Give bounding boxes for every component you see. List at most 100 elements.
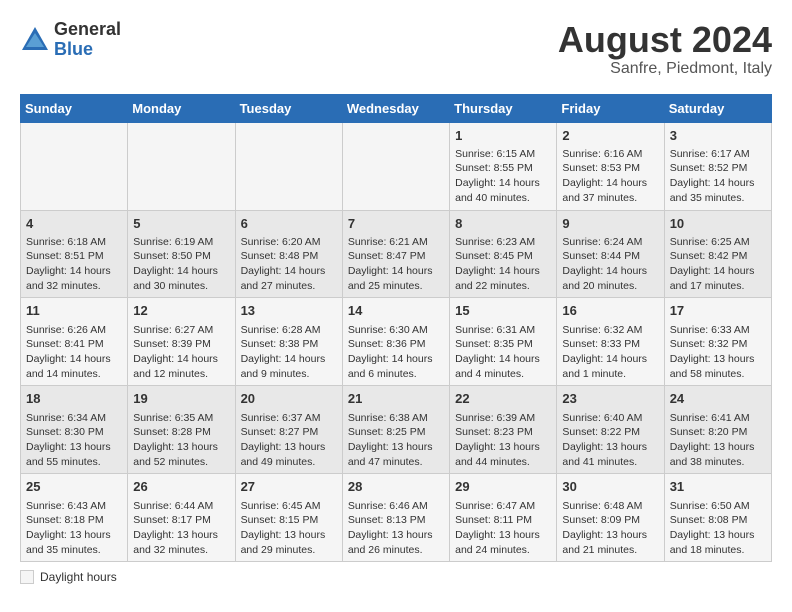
calendar-day-cell: 27 Sunrise: 6:45 AM Sunset: 8:15 PM Dayli… [235, 474, 342, 562]
calendar-day-cell: 22Sunrise: 6:39 AM Sunset: 8:23 PM Dayli… [450, 386, 557, 474]
calendar-day-cell: 2 Sunrise: 6:16 AM Sunset: 8:53 PM Daylig… [557, 122, 664, 210]
day-number: 24 [670, 390, 766, 408]
day-number: 23 [562, 390, 658, 408]
calendar-day-cell: 6Sunrise: 6:20 AM Sunset: 8:48 PM Daylig… [235, 210, 342, 298]
calendar-day-cell: 21Sunrise: 6:38 AM Sunset: 8:25 PM Dayli… [342, 386, 449, 474]
day-info: Sunrise: 6:32 AM Sunset: 8:33 PM Dayligh… [562, 323, 658, 382]
logo-icon [20, 25, 50, 55]
day-number: 25 [26, 478, 122, 496]
day-info: Sunrise: 6:45 AM Sunset: 8:15 PM Dayligh… [241, 499, 337, 558]
calendar-header-row: SundayMondayTuesdayWednesdayThursdayFrid… [21, 94, 772, 122]
logo: General Blue [20, 20, 121, 60]
calendar-day-cell: 29Sunrise: 6:47 AM Sunset: 8:11 PM Dayli… [450, 474, 557, 562]
calendar-header-cell: Saturday [664, 94, 771, 122]
calendar-week-row: 4 Sunrise: 6:18 AM Sunset: 8:51 PM Daylig… [21, 210, 772, 298]
day-info: Sunrise: 6:43 AM Sunset: 8:18 PM Dayligh… [26, 499, 122, 558]
day-number: 5 [133, 215, 229, 233]
calendar-table: SundayMondayTuesdayWednesdayThursdayFrid… [20, 94, 772, 563]
day-info: Sunrise: 6:46 AM Sunset: 8:13 PM Dayligh… [348, 499, 444, 558]
day-number: 9 [562, 215, 658, 233]
logo-general: General [54, 20, 121, 40]
calendar-header-cell: Tuesday [235, 94, 342, 122]
day-info: Sunrise: 6:27 AM Sunset: 8:39 PM Dayligh… [133, 323, 229, 382]
calendar-day-cell: 26 Sunrise: 6:44 AM Sunset: 8:17 PM Dayli… [128, 474, 235, 562]
day-info: Sunrise: 6:41 AM Sunset: 8:20 PM Dayligh… [670, 411, 766, 470]
calendar-day-cell: 18 Sunrise: 6:34 AM Sunset: 8:30 PM Dayli… [21, 386, 128, 474]
day-info: Sunrise: 6:17 AM Sunset: 8:52 PM Dayligh… [670, 147, 766, 206]
calendar-day-cell: 5 Sunrise: 6:19 AM Sunset: 8:50 PM Daylig… [128, 210, 235, 298]
calendar-day-cell [342, 122, 449, 210]
calendar-day-cell: 14 Sunrise: 6:30 AM Sunset: 8:36 PM Dayli… [342, 298, 449, 386]
day-number: 28 [348, 478, 444, 496]
calendar-header-cell: Thursday [450, 94, 557, 122]
day-number: 19 [133, 390, 229, 408]
calendar-week-row: 1 Sunrise: 6:15 AM Sunset: 8:55 PM Daylig… [21, 122, 772, 210]
day-info: Sunrise: 6:40 AM Sunset: 8:22 PM Dayligh… [562, 411, 658, 470]
calendar-week-row: 11Sunrise: 6:26 AM Sunset: 8:41 PM Dayli… [21, 298, 772, 386]
calendar-day-cell: 30Sunrise: 6:48 AM Sunset: 8:09 PM Dayli… [557, 474, 664, 562]
day-number: 31 [670, 478, 766, 496]
day-info: Sunrise: 6:18 AM Sunset: 8:51 PM Dayligh… [26, 235, 122, 294]
day-number: 21 [348, 390, 444, 408]
calendar-header-cell: Friday [557, 94, 664, 122]
calendar-day-cell: 11Sunrise: 6:26 AM Sunset: 8:41 PM Dayli… [21, 298, 128, 386]
day-info: Sunrise: 6:39 AM Sunset: 8:23 PM Dayligh… [455, 411, 551, 470]
day-info: Sunrise: 6:23 AM Sunset: 8:45 PM Dayligh… [455, 235, 551, 294]
calendar-day-cell: 10 Sunrise: 6:25 AM Sunset: 8:42 PM Dayli… [664, 210, 771, 298]
day-info: Sunrise: 6:25 AM Sunset: 8:42 PM Dayligh… [670, 235, 766, 294]
logo-text: General Blue [54, 20, 121, 60]
day-number: 15 [455, 302, 551, 320]
day-info: Sunrise: 6:34 AM Sunset: 8:30 PM Dayligh… [26, 411, 122, 470]
day-number: 16 [562, 302, 658, 320]
calendar-day-cell [235, 122, 342, 210]
day-number: 18 [26, 390, 122, 408]
day-info: Sunrise: 6:44 AM Sunset: 8:17 PM Dayligh… [133, 499, 229, 558]
day-info: Sunrise: 6:30 AM Sunset: 8:36 PM Dayligh… [348, 323, 444, 382]
day-number: 8 [455, 215, 551, 233]
day-number: 10 [670, 215, 766, 233]
day-info: Sunrise: 6:33 AM Sunset: 8:32 PM Dayligh… [670, 323, 766, 382]
calendar-header-cell: Monday [128, 94, 235, 122]
logo-blue: Blue [54, 40, 121, 60]
day-info: Sunrise: 6:16 AM Sunset: 8:53 PM Dayligh… [562, 147, 658, 206]
legend: Daylight hours [20, 570, 772, 584]
day-info: Sunrise: 6:31 AM Sunset: 8:35 PM Dayligh… [455, 323, 551, 382]
calendar-day-cell: 25 Sunrise: 6:43 AM Sunset: 8:18 PM Dayli… [21, 474, 128, 562]
calendar-header-cell: Wednesday [342, 94, 449, 122]
calendar-day-cell: 7Sunrise: 6:21 AM Sunset: 8:47 PM Daylig… [342, 210, 449, 298]
day-info: Sunrise: 6:24 AM Sunset: 8:44 PM Dayligh… [562, 235, 658, 294]
calendar-day-cell: 23 Sunrise: 6:40 AM Sunset: 8:22 PM Dayli… [557, 386, 664, 474]
calendar-day-cell: 16 Sunrise: 6:32 AM Sunset: 8:33 PM Dayli… [557, 298, 664, 386]
day-info: Sunrise: 6:15 AM Sunset: 8:55 PM Dayligh… [455, 147, 551, 206]
day-info: Sunrise: 6:48 AM Sunset: 8:09 PM Dayligh… [562, 499, 658, 558]
day-info: Sunrise: 6:50 AM Sunset: 8:08 PM Dayligh… [670, 499, 766, 558]
calendar-day-cell: 12 Sunrise: 6:27 AM Sunset: 8:39 PM Dayli… [128, 298, 235, 386]
day-number: 26 [133, 478, 229, 496]
calendar-day-cell: 13Sunrise: 6:28 AM Sunset: 8:38 PM Dayli… [235, 298, 342, 386]
day-info: Sunrise: 6:47 AM Sunset: 8:11 PM Dayligh… [455, 499, 551, 558]
day-info: Sunrise: 6:35 AM Sunset: 8:28 PM Dayligh… [133, 411, 229, 470]
day-number: 14 [348, 302, 444, 320]
calendar-day-cell: 15 Sunrise: 6:31 AM Sunset: 8:35 PM Dayli… [450, 298, 557, 386]
day-number: 2 [562, 127, 658, 145]
day-number: 4 [26, 215, 122, 233]
day-number: 11 [26, 302, 122, 320]
day-number: 12 [133, 302, 229, 320]
day-number: 1 [455, 127, 551, 145]
day-info: Sunrise: 6:20 AM Sunset: 8:48 PM Dayligh… [241, 235, 337, 294]
day-info: Sunrise: 6:19 AM Sunset: 8:50 PM Dayligh… [133, 235, 229, 294]
calendar-day-cell [21, 122, 128, 210]
legend-text: Daylight hours [40, 570, 117, 584]
day-number: 7 [348, 215, 444, 233]
legend-box [20, 570, 34, 584]
day-number: 27 [241, 478, 337, 496]
day-info: Sunrise: 6:37 AM Sunset: 8:27 PM Dayligh… [241, 411, 337, 470]
calendar-day-cell: 4 Sunrise: 6:18 AM Sunset: 8:51 PM Daylig… [21, 210, 128, 298]
calendar-day-cell [128, 122, 235, 210]
calendar-day-cell: 24 Sunrise: 6:41 AM Sunset: 8:20 PM Dayli… [664, 386, 771, 474]
calendar-day-cell: 31 Sunrise: 6:50 AM Sunset: 8:08 PM Dayli… [664, 474, 771, 562]
page: General Blue August 2024 Sanfre, Piedmon… [0, 0, 792, 604]
day-number: 13 [241, 302, 337, 320]
calendar-day-cell: 17Sunrise: 6:33 AM Sunset: 8:32 PM Dayli… [664, 298, 771, 386]
main-title: August 2024 [558, 20, 772, 60]
